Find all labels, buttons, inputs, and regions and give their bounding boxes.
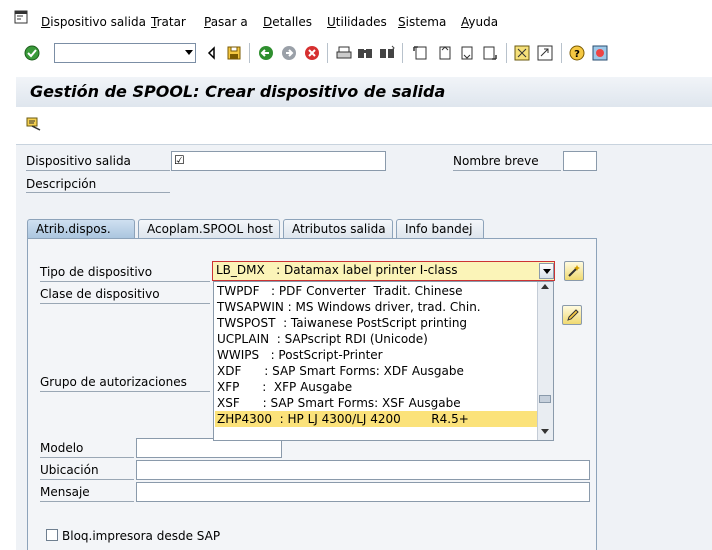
menu-ayuda[interactable]: Ayuda xyxy=(461,14,498,30)
display-change-icon[interactable] xyxy=(26,116,42,132)
menu-pasar-a[interactable]: Pasar a xyxy=(204,14,248,30)
menu-bar-icon[interactable] xyxy=(14,10,28,24)
toolbar-separator xyxy=(327,43,328,63)
tab-info-bandej[interactable]: Info bandej xyxy=(396,219,484,239)
create-session-icon[interactable] xyxy=(514,44,530,62)
chevron-down-icon[interactable] xyxy=(185,50,193,55)
modelo-label: Modelo xyxy=(40,441,84,455)
print-icon[interactable] xyxy=(336,44,352,62)
label-underline xyxy=(26,192,170,193)
dispositivo-salida-value: ☑ xyxy=(174,153,185,167)
label-underline xyxy=(453,170,561,171)
dispositivo-salida-input[interactable]: ☑ xyxy=(171,151,386,171)
toolbar-separator xyxy=(561,43,562,63)
dropdown-option[interactable]: XSF : SAP Smart Forms: XSF Ausgabe xyxy=(217,395,537,411)
dropdown-option[interactable]: TWSPOST : Taiwanese PostScript printing xyxy=(217,315,537,331)
layout-icon[interactable] xyxy=(592,44,608,62)
edit-button[interactable] xyxy=(562,305,582,325)
scroll-up-icon[interactable] xyxy=(541,284,549,289)
next-page-icon[interactable] xyxy=(458,44,474,62)
mensaje-input[interactable] xyxy=(136,482,590,502)
descripcion-label: Descripción xyxy=(26,177,97,191)
ubicacion-label: Ubicación xyxy=(40,463,99,477)
menu-utilidades[interactable]: Utilidades xyxy=(327,14,387,30)
tipo-dispositivo-label: Tipo de dispositivo xyxy=(40,265,153,279)
dropdown-option[interactable]: XDF : SAP Smart Forms: XDF Ausgabe xyxy=(217,363,537,379)
bloq-impresora-label: Bloq.impresora desde SAP xyxy=(62,529,221,543)
label-underline xyxy=(40,479,134,480)
tab-acoplam-spool-host[interactable]: Acoplam.SPOOL host xyxy=(138,219,280,239)
scrollbar-thumb[interactable] xyxy=(539,395,551,403)
page-title: Gestión de SPOOL: Crear dispositivo de s… xyxy=(30,82,446,101)
label-underline xyxy=(40,303,210,304)
dropdown-scrollbar[interactable] xyxy=(537,282,553,440)
toolbar-separator xyxy=(506,43,507,63)
dropdown-option[interactable]: UCPLAIN : SAPscript RDI (Unicode) xyxy=(217,331,537,347)
tab-atrib-dispos[interactable]: Atrib.dispos. xyxy=(27,219,135,239)
save-icon[interactable] xyxy=(226,44,242,62)
prev-page-icon[interactable] xyxy=(436,44,452,62)
svg-text:?: ? xyxy=(574,49,580,60)
toolbar-separator xyxy=(249,43,250,63)
tab-label: Atributos salida xyxy=(292,222,386,236)
menu-detalles[interactable]: Detalles xyxy=(263,14,312,30)
wand-icon xyxy=(568,265,580,277)
grupo-autorizaciones-label: Grupo de autorizaciones xyxy=(40,375,187,389)
tab-label: Info bandej xyxy=(405,222,473,236)
scroll-down-icon[interactable] xyxy=(541,429,549,434)
label-underline xyxy=(40,501,134,502)
menu-sistema[interactable]: Sistema xyxy=(398,14,446,30)
tipo-dispositivo-value: LB_DMX : Datamax label printer I-class xyxy=(216,263,458,277)
label-underline xyxy=(26,170,170,171)
dropdown-option[interactable]: XFP : XFP Ausgabe xyxy=(217,379,537,395)
help-icon[interactable]: ? xyxy=(569,44,585,62)
check-icon[interactable] xyxy=(24,44,40,62)
modelo-input[interactable] xyxy=(136,438,282,458)
dispositivo-salida-label: Dispositivo salida xyxy=(26,154,131,168)
value-help-button[interactable] xyxy=(564,261,584,281)
last-page-icon[interactable] xyxy=(482,44,498,62)
pencil-icon xyxy=(567,309,579,321)
dropdown-option[interactable]: WWIPS : PostScript-Printer xyxy=(217,347,537,363)
command-field[interactable] xyxy=(54,43,196,63)
clase-dispositivo-label: Clase de dispositivo xyxy=(40,287,160,301)
tab-atributos-salida[interactable]: Atributos salida xyxy=(283,219,393,239)
find-next-icon[interactable] xyxy=(379,44,395,62)
back-icon[interactable] xyxy=(204,44,220,62)
nombre-breve-label: Nombre breve xyxy=(453,154,539,168)
bloq-impresora-checkbox[interactable] xyxy=(46,529,58,541)
dropdown-option[interactable]: TWPDF : PDF Converter Tradit. Chinese xyxy=(217,283,537,299)
label-underline xyxy=(40,457,134,458)
nombre-breve-input[interactable] xyxy=(563,151,597,171)
tab-label: Acoplam.SPOOL host xyxy=(147,222,273,236)
cancel-icon[interactable] xyxy=(304,44,320,62)
menu-tratar[interactable]: Tratar xyxy=(151,14,186,30)
dropdown-list: TWPDF : PDF Converter Tradit. Chinese TW… xyxy=(213,281,554,441)
chevron-down-icon[interactable] xyxy=(539,263,554,279)
label-underline xyxy=(40,281,210,282)
menu-dispositivo-salida[interactable]: Dispositivo salida xyxy=(41,14,146,30)
mensaje-label: Mensaje xyxy=(40,485,90,499)
dropdown-option[interactable]: TWSAPWIN : MS Windows driver, trad. Chin… xyxy=(217,299,537,315)
first-page-icon[interactable] xyxy=(412,44,428,62)
exit-icon[interactable] xyxy=(281,44,297,62)
application-toolbar xyxy=(16,107,712,145)
ubicacion-input[interactable] xyxy=(136,460,590,480)
toolbar-separator xyxy=(402,43,403,63)
label-underline xyxy=(40,391,210,392)
find-icon[interactable] xyxy=(357,44,373,62)
tab-label: Atrib.dispos. xyxy=(36,222,111,236)
shortcut-icon[interactable] xyxy=(537,44,553,62)
dropdown-option-selected[interactable]: ZHP4300 : HP LJ 4300/LJ 4200 R4.5+ xyxy=(215,411,538,427)
green-back-icon[interactable] xyxy=(258,44,274,62)
